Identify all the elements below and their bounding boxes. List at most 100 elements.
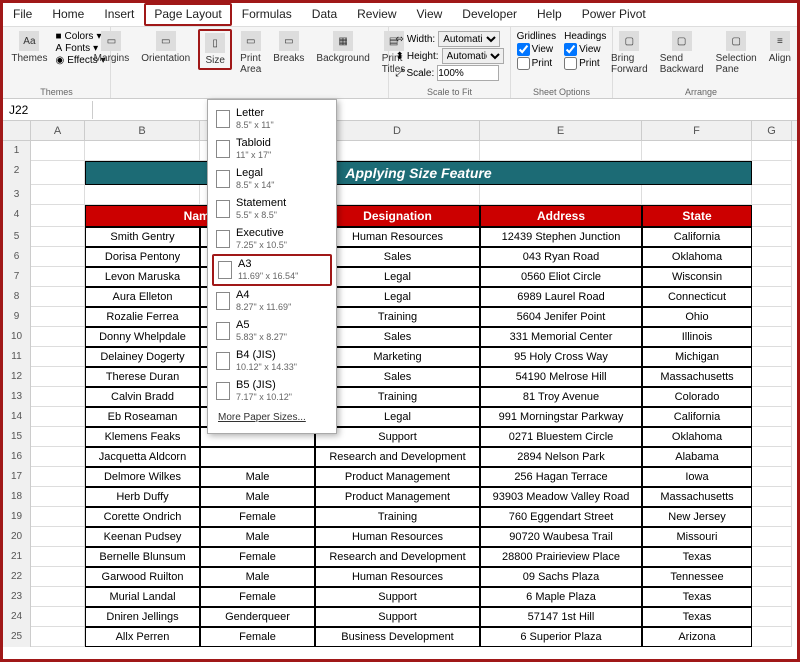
cell-gender[interactable]: Female: [200, 587, 315, 607]
size-button[interactable]: ▯Size: [198, 29, 232, 70]
width-select[interactable]: Automatic: [438, 31, 500, 47]
row-header[interactable]: 14: [3, 407, 31, 427]
cell-address[interactable]: 6 Superior Plaza: [480, 627, 642, 647]
menu-home[interactable]: Home: [42, 3, 94, 26]
cell-name[interactable]: Smith Gentry: [85, 227, 200, 247]
cell[interactable]: [31, 627, 85, 647]
row-header[interactable]: 10: [3, 327, 31, 347]
height-select[interactable]: Automatic: [442, 48, 504, 64]
more-paper-sizes[interactable]: More Paper Sizes...: [208, 406, 336, 429]
size-option-letter[interactable]: Letter8.5" x 11": [208, 104, 336, 134]
row-header[interactable]: 3: [3, 185, 31, 205]
cell-gender[interactable]: Female: [200, 507, 315, 527]
cell[interactable]: [752, 527, 792, 547]
cell[interactable]: [31, 487, 85, 507]
row-header[interactable]: 1: [3, 141, 31, 161]
cell-address[interactable]: 2894 Nelson Park: [480, 447, 642, 467]
cell[interactable]: [752, 587, 792, 607]
cell-designation[interactable]: Product Management: [315, 487, 480, 507]
cell[interactable]: [31, 407, 85, 427]
cell[interactable]: [31, 427, 85, 447]
cell-name[interactable]: Rozalie Ferrea: [85, 307, 200, 327]
menu-view[interactable]: View: [407, 3, 453, 26]
col-header-A[interactable]: A: [31, 121, 85, 140]
cell-designation[interactable]: Human Resources: [315, 567, 480, 587]
cell-designation[interactable]: Sales: [315, 327, 480, 347]
cell-state[interactable]: Massachusetts: [642, 367, 752, 387]
cell[interactable]: [752, 467, 792, 487]
cell-address[interactable]: 54190 Melrose Hill: [480, 367, 642, 387]
cell-gender[interactable]: Female: [200, 547, 315, 567]
cell[interactable]: [31, 227, 85, 247]
cell-designation[interactable]: Support: [315, 607, 480, 627]
cell[interactable]: [31, 547, 85, 567]
cell-designation[interactable]: Training: [315, 507, 480, 527]
title-cell[interactable]: Applying Size Feature: [85, 161, 752, 185]
menu-powerpivot[interactable]: Power Pivot: [572, 3, 656, 26]
size-option-a4[interactable]: A48.27" x 11.69": [208, 286, 336, 316]
cell-designation[interactable]: Research and Development: [315, 447, 480, 467]
cell-gender[interactable]: Male: [200, 487, 315, 507]
row-header[interactable]: 11: [3, 347, 31, 367]
printarea-button[interactable]: ▭Print Area: [236, 29, 265, 77]
cell[interactable]: [31, 467, 85, 487]
cell-designation[interactable]: Business Development: [315, 627, 480, 647]
cell-name[interactable]: Jacquetta Aldcorn: [85, 447, 200, 467]
cell-name[interactable]: Allx Perren: [85, 627, 200, 647]
col-header-D[interactable]: D: [315, 121, 480, 140]
row-header[interactable]: 6: [3, 247, 31, 267]
cell-address[interactable]: 93903 Meadow Valley Road: [480, 487, 642, 507]
size-option-statement[interactable]: Statement5.5" x 8.5": [208, 194, 336, 224]
header-state[interactable]: State: [642, 205, 752, 227]
cell-name[interactable]: Dorisa Pentony: [85, 247, 200, 267]
background-button[interactable]: ▦Background: [312, 29, 373, 66]
cell-name[interactable]: Delmore Wilkes: [85, 467, 200, 487]
col-header-G[interactable]: G: [752, 121, 792, 140]
cell[interactable]: [31, 327, 85, 347]
row-header[interactable]: 24: [3, 607, 31, 627]
cell[interactable]: [752, 607, 792, 627]
cell-state[interactable]: Alabama: [642, 447, 752, 467]
cell-state[interactable]: Oklahoma: [642, 247, 752, 267]
row-header[interactable]: 21: [3, 547, 31, 567]
cell[interactable]: [31, 205, 85, 227]
cell[interactable]: [752, 547, 792, 567]
menu-file[interactable]: File: [3, 3, 42, 26]
menu-help[interactable]: Help: [527, 3, 572, 26]
menu-data[interactable]: Data: [302, 3, 347, 26]
row-header[interactable]: 23: [3, 587, 31, 607]
cell-address[interactable]: 81 Troy Avenue: [480, 387, 642, 407]
row-header[interactable]: 20: [3, 527, 31, 547]
cell[interactable]: [31, 527, 85, 547]
cell[interactable]: [752, 267, 792, 287]
row-header[interactable]: 2: [3, 161, 31, 185]
cell-designation[interactable]: Support: [315, 427, 480, 447]
cell-name[interactable]: Bernelle Blunsum: [85, 547, 200, 567]
cell-address[interactable]: 331 Memorial Center: [480, 327, 642, 347]
col-header-E[interactable]: E: [480, 121, 642, 140]
cell[interactable]: [31, 567, 85, 587]
size-option-tabloid[interactable]: Tabloid11" x 17": [208, 134, 336, 164]
row-header[interactable]: 15: [3, 427, 31, 447]
cell-designation[interactable]: Training: [315, 307, 480, 327]
cell[interactable]: [31, 185, 85, 205]
cell-state[interactable]: California: [642, 227, 752, 247]
cell-gender[interactable]: Male: [200, 527, 315, 547]
cell[interactable]: [752, 487, 792, 507]
cell[interactable]: [752, 185, 792, 205]
cell[interactable]: [31, 141, 85, 161]
cell-state[interactable]: Oklahoma: [642, 427, 752, 447]
cell[interactable]: [752, 287, 792, 307]
cell[interactable]: [752, 367, 792, 387]
cell-address[interactable]: 09 Sachs Plaza: [480, 567, 642, 587]
cell[interactable]: [752, 327, 792, 347]
cell[interactable]: [31, 587, 85, 607]
cell-designation[interactable]: Human Resources: [315, 227, 480, 247]
cell-name[interactable]: Aura Elleton: [85, 287, 200, 307]
cell-name[interactable]: Levon Maruska: [85, 267, 200, 287]
cell-state[interactable]: Michigan: [642, 347, 752, 367]
row-header[interactable]: 5: [3, 227, 31, 247]
cell-designation[interactable]: Support: [315, 587, 480, 607]
cell-state[interactable]: Iowa: [642, 467, 752, 487]
cell-state[interactable]: Ohio: [642, 307, 752, 327]
